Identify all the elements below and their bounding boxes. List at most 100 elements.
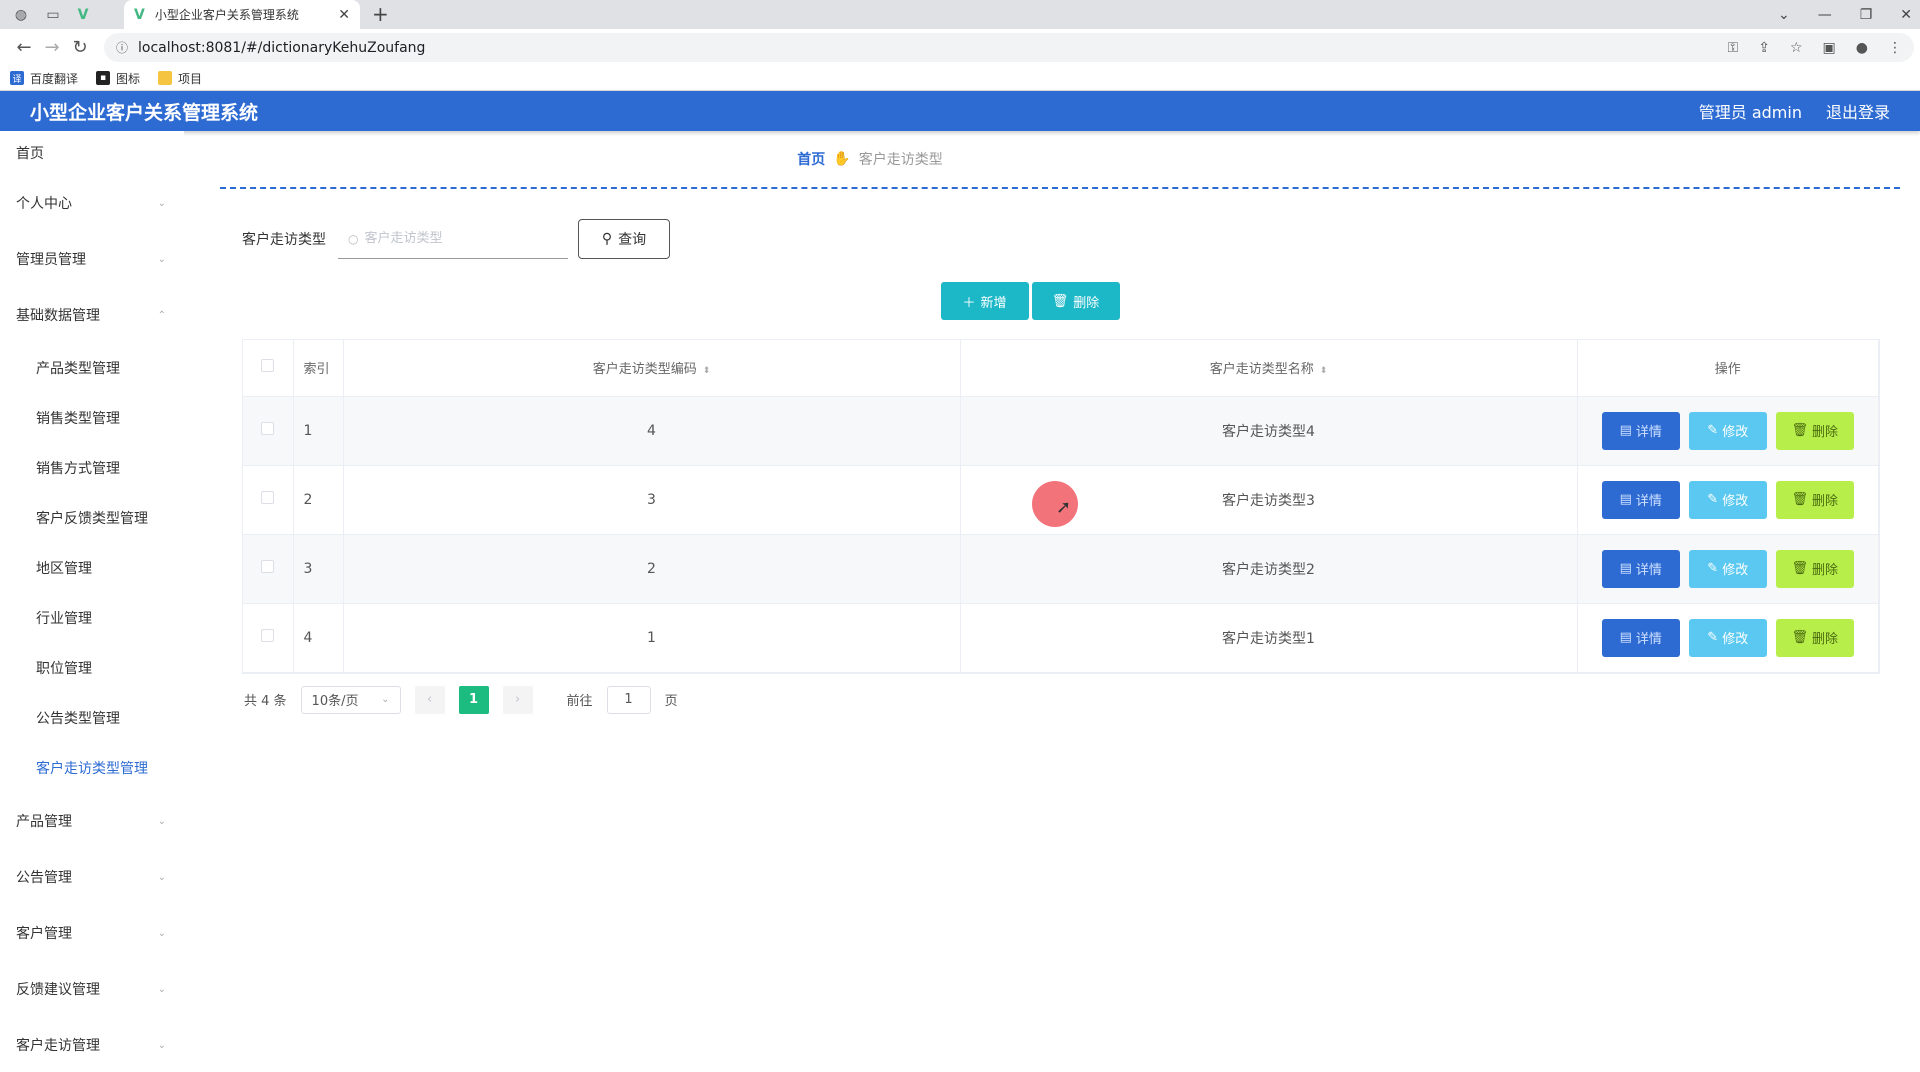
edit-button[interactable]: ✎ 修改 (1688, 618, 1767, 657)
detail-button-label: 详情 (1635, 425, 1662, 440)
url-field[interactable]: ⓘ localhost:8081/#/dictionaryKehuZoufang… (104, 33, 1914, 62)
key-icon[interactable]: ⚿ (1728, 40, 1739, 56)
vue-tab-icon[interactable]: V (68, 4, 98, 26)
sidebar-subitem-sales-type[interactable]: 销售类型管理 (0, 393, 184, 443)
share-icon[interactable]: ⇪ (1758, 40, 1770, 56)
pencil-icon: ✎ (1707, 423, 1719, 438)
sidebar-item-customers[interactable]: 客户管理 ⌄ (0, 905, 184, 961)
row-checkbox[interactable] (261, 422, 275, 435)
forward-icon[interactable]: → (38, 37, 66, 58)
search-icon: ⚲ (601, 231, 613, 247)
batch-delete-button[interactable]: 🗑 删除 (1031, 282, 1120, 320)
bookmark-label: 百度翻译 (30, 71, 79, 86)
close-icon[interactable]: ✕ (338, 7, 350, 23)
chevron-down-icon[interactable]: ⌄ (1778, 7, 1790, 23)
page-size-select[interactable]: 10条/页 ⌄ (300, 685, 401, 714)
select-all-cell (243, 340, 294, 397)
click-indicator (1032, 481, 1078, 527)
delete-button-label: 删除 (1812, 563, 1839, 578)
sidebar-subitem-feedback-type[interactable]: 客户反馈类型管理 (0, 493, 184, 543)
col-header-name[interactable]: 客户走访类型名称 ⬍ (960, 340, 1578, 397)
sidebar-item-label: 公告管理 (16, 870, 72, 886)
delete-button-label: 删除 (1073, 295, 1100, 311)
edit-button[interactable]: ✎ 修改 (1688, 549, 1767, 588)
sidebar-subitem-region[interactable]: 地区管理 (0, 543, 184, 593)
restore-icon[interactable]: ❐ (1860, 7, 1873, 23)
sidebar-item-visits[interactable]: 客户走访管理 ⌄ (0, 1017, 184, 1072)
sidebar-subitem-sales-method[interactable]: 销售方式管理 (0, 443, 184, 493)
bookmark-baidu-translate[interactable]: 译 百度翻译 (10, 70, 78, 87)
table-row: 4 1 客户走访类型1 ▤ 详情 ✎ 修改 🗑 删除 (243, 603, 1879, 673)
sidebar-item-admins[interactable]: 管理员管理 ⌄ (0, 231, 184, 287)
site-info-icon[interactable]: ⓘ (116, 39, 128, 56)
edit-button[interactable]: ✎ 修改 (1688, 480, 1767, 519)
vue-logo-icon: V (134, 6, 145, 23)
sidebar-item-notices[interactable]: 公告管理 ⌄ (0, 849, 184, 905)
image-icon: ▪ (96, 71, 111, 85)
sidebar-item-feedback[interactable]: 反馈建议管理 ⌄ (0, 961, 184, 1017)
main-content: 首页 ✋ 客户走访类型 客户走访类型 ○ ⚲ 查询 ＋ 新增 🗑 删除 (220, 131, 1900, 1062)
bookmark-project[interactable]: 项目 (158, 70, 202, 87)
sidebar-subitem-notice-type[interactable]: 公告类型管理 (0, 693, 184, 743)
edit-button-label: 修改 (1722, 563, 1749, 578)
select-all-checkbox[interactable] (261, 359, 275, 373)
detail-button[interactable]: ▤ 详情 (1601, 549, 1680, 588)
delete-button[interactable]: 🗑 删除 (1775, 411, 1854, 450)
reload-icon[interactable]: ↻ (66, 37, 94, 58)
browser-tab-active[interactable]: V 小型企业客户关系管理系统 ✕ (124, 0, 360, 29)
query-button[interactable]: ⚲ 查询 (578, 219, 670, 259)
pagination-total: 共 4 条 (244, 694, 287, 709)
sidepanel-icon[interactable]: ▣ (1823, 40, 1836, 56)
edit-button-label: 修改 (1722, 425, 1749, 440)
row-checkbox[interactable] (261, 560, 275, 573)
row-checkbox[interactable] (261, 491, 275, 504)
trash-icon: 🗑 (1791, 492, 1808, 507)
add-button[interactable]: ＋ 新增 (940, 282, 1029, 320)
minimize-icon[interactable]: — (1818, 7, 1832, 23)
more-icon[interactable]: ⋮ (1888, 40, 1902, 56)
sidebar-item-products[interactable]: 产品管理 ⌄ (0, 793, 184, 849)
sort-icon[interactable]: ⬍ (703, 366, 711, 376)
next-page-button[interactable]: › (502, 685, 533, 714)
trash-icon: 🗑 (1791, 561, 1808, 576)
row-checkbox[interactable] (261, 629, 275, 642)
back-icon[interactable]: ← (10, 37, 38, 58)
detail-button[interactable]: ▤ 详情 (1601, 480, 1680, 519)
sidebar-subitem-position[interactable]: 职位管理 (0, 643, 184, 693)
sidebar-item-basic-data[interactable]: 基础数据管理 ⌃ (0, 287, 184, 343)
new-tab-icon[interactable]: + (372, 2, 389, 26)
page-number-current[interactable]: 1 (458, 685, 489, 714)
detail-button[interactable]: ▤ 详情 (1601, 618, 1680, 657)
window-close-icon[interactable]: ✕ (1900, 7, 1912, 23)
goto-label: 前往 (566, 694, 593, 709)
pencil-icon: ✎ (1707, 561, 1719, 576)
prev-page-button[interactable]: ‹ (414, 685, 445, 714)
sidebar-subitem-visit-type[interactable]: 客户走访类型管理 (0, 743, 184, 793)
sidebar-item-label: 客户管理 (16, 926, 72, 942)
delete-button[interactable]: 🗑 删除 (1775, 549, 1854, 588)
blank-tab-icon[interactable]: ▭ (38, 4, 68, 26)
breadcrumb-home[interactable]: 首页 (797, 149, 825, 169)
col-header-code[interactable]: 客户走访类型编码 ⬍ (343, 340, 961, 397)
edit-button[interactable]: ✎ 修改 (1688, 411, 1767, 450)
star-icon[interactable]: ☆ (1790, 40, 1803, 56)
delete-button[interactable]: 🗑 删除 (1775, 480, 1854, 519)
sidebar-item-profile[interactable]: 个人中心 ⌄ (0, 175, 184, 231)
address-bar: ← → ↻ ⓘ localhost:8081/#/dictionaryKehuZ… (0, 29, 1920, 66)
globe-icon[interactable]: ◍ (6, 4, 36, 26)
profile-icon[interactable]: ● (1856, 40, 1868, 56)
sidebar-item-label: 产品管理 (16, 814, 72, 830)
logout-link[interactable]: 退出登录 (1826, 99, 1890, 123)
sidebar-item-home[interactable]: 首页 (0, 131, 184, 175)
search-input[interactable] (364, 231, 545, 246)
query-button-label: 查询 (618, 232, 647, 248)
sidebar-subitem-product-type[interactable]: 产品类型管理 (0, 343, 184, 393)
table-row: 3 2 客户走访类型2 ▤ 详情 ✎ 修改 🗑 删除 (243, 534, 1879, 604)
detail-button[interactable]: ▤ 详情 (1601, 411, 1680, 450)
sidebar-subitem-industry[interactable]: 行业管理 (0, 593, 184, 643)
edit-button-label: 修改 (1722, 632, 1749, 647)
sort-icon[interactable]: ⬍ (1320, 366, 1328, 376)
delete-button[interactable]: 🗑 删除 (1775, 618, 1854, 657)
bookmark-icons[interactable]: ▪ 图标 (96, 70, 140, 87)
goto-page-input[interactable]: 1 (606, 685, 651, 714)
